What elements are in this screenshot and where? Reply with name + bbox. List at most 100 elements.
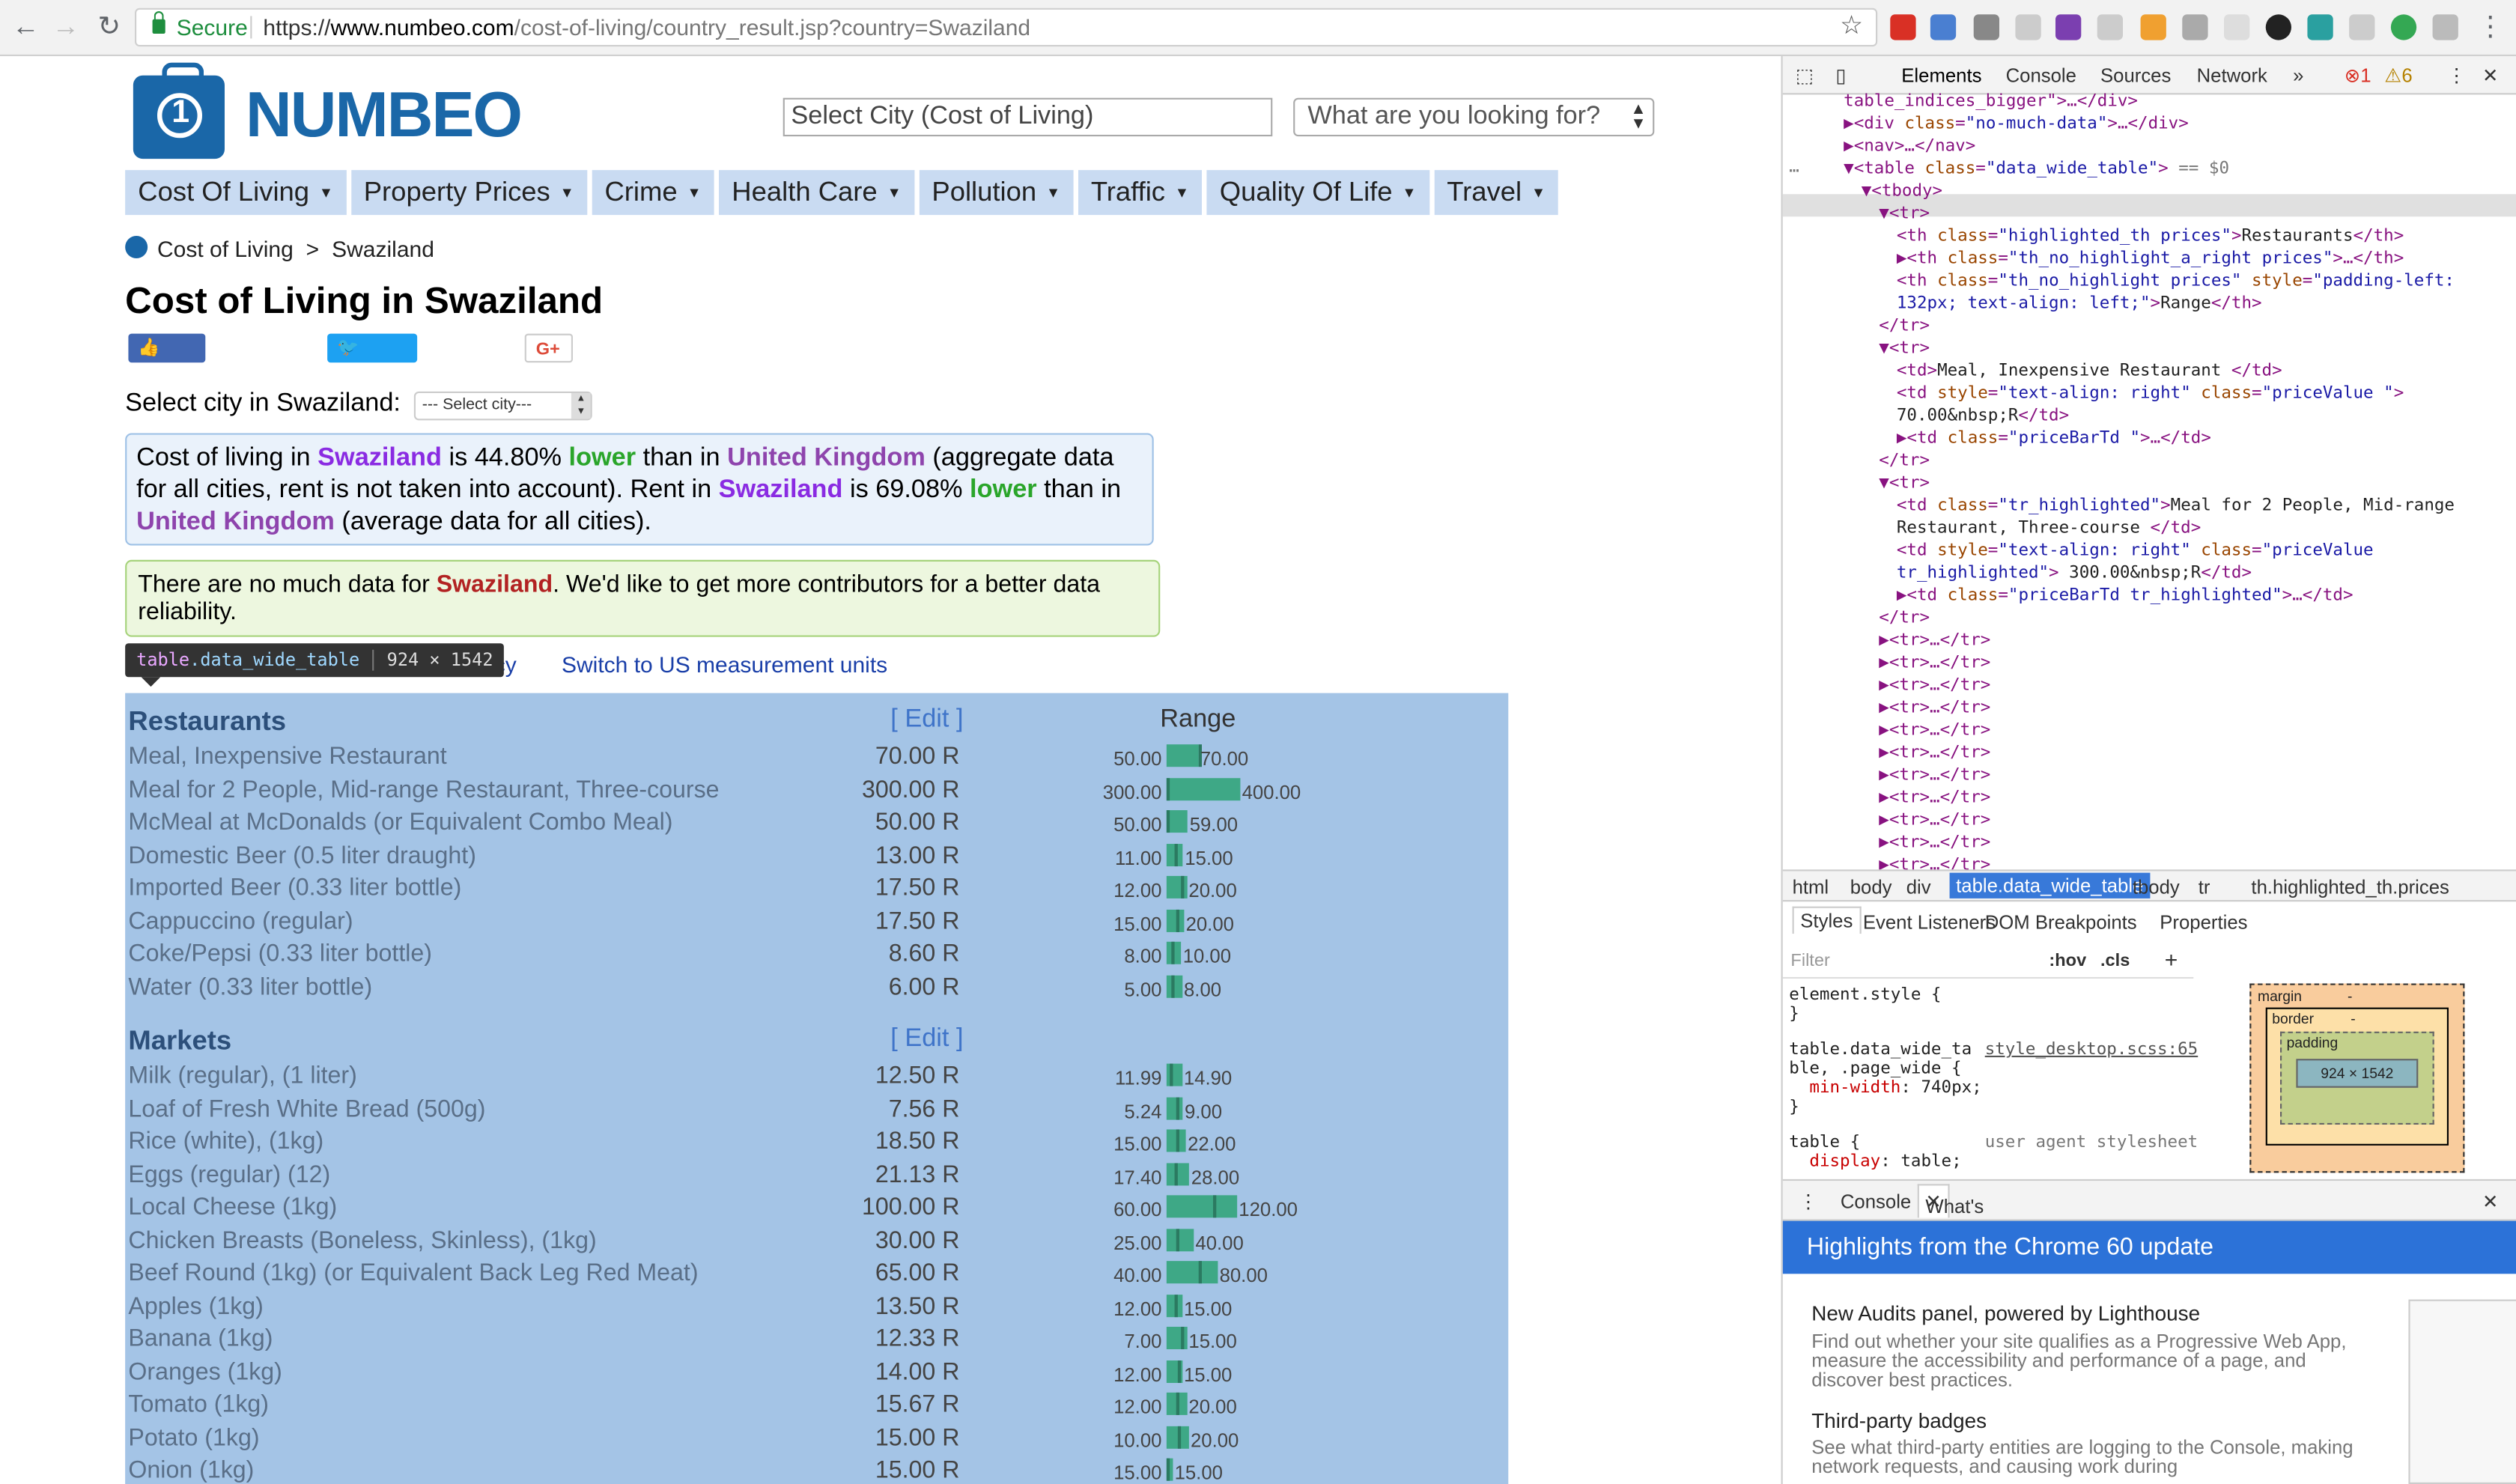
- dom-node-line[interactable]: ▼<tr>: [1879, 202, 1930, 225]
- tab-elements[interactable]: Elements: [1901, 64, 1981, 87]
- uk-link[interactable]: United Kingdom: [136, 508, 335, 535]
- dom-node-line[interactable]: <th class="th_no_highlight prices" style…: [1897, 270, 2455, 292]
- chrome-menu-icon[interactable]: ⋮: [2474, 11, 2506, 43]
- close-drawer-icon[interactable]: ✕: [2482, 1190, 2499, 1213]
- dom-node-line[interactable]: ▼<tr>: [1879, 337, 1930, 359]
- menu-item-crime[interactable]: Crime ▼: [592, 170, 714, 216]
- tab-event-listeners[interactable]: Event Listeners: [1863, 911, 1996, 934]
- css-source-link[interactable]: style_desktop.scss:65: [1985, 1039, 2198, 1059]
- dom-node-line[interactable]: tr_highlighted"> 300.00&nbsp;R</td>: [1897, 562, 2252, 584]
- tab-sources[interactable]: Sources: [2100, 64, 2171, 87]
- numbeo-logo[interactable]: NUMBEO: [133, 62, 550, 162]
- filter-input[interactable]: Filter: [1790, 952, 1829, 971]
- country-link[interactable]: Swaziland: [317, 445, 442, 472]
- dom-node-line[interactable]: 132px; text-align: left;">Range</th>: [1897, 292, 2262, 314]
- tab-network[interactable]: Network: [2197, 64, 2267, 87]
- extension-icon[interactable]: [2432, 14, 2458, 40]
- extension-icon[interactable]: [2390, 14, 2417, 40]
- menu-item-cost-of-living[interactable]: Cost Of Living ▼: [125, 170, 347, 216]
- close-devtools-icon[interactable]: ✕: [2482, 64, 2499, 87]
- add-rule-icon[interactable]: +: [2165, 946, 2178, 972]
- hov-toggle[interactable]: :hov: [2049, 952, 2086, 971]
- dom-node-line[interactable]: ▼<tbody>: [1862, 180, 1942, 202]
- dom-node-line[interactable]: ▼<tr>: [1879, 472, 1930, 494]
- news-title[interactable]: New Audits panel, powered by Lighthouse: [1811, 1301, 2200, 1325]
- dom-node-line[interactable]: ▶<tr>…</tr>: [1879, 651, 1990, 674]
- menu-item-travel[interactable]: Travel ▼: [1434, 170, 1559, 216]
- dom-breadcrumb-item[interactable]: div: [1906, 876, 1931, 898]
- forward-icon[interactable]: →: [49, 11, 82, 43]
- dom-node-line[interactable]: <td style="text-align: right" class="pri…: [1897, 382, 2404, 404]
- dom-breadcrumb-item[interactable]: tr: [2199, 876, 2210, 898]
- warning-count[interactable]: ⚠6: [2384, 64, 2412, 87]
- css-rule-table[interactable]: table { display: table;: [1789, 1133, 1961, 1171]
- reload-icon[interactable]: ↻: [93, 11, 125, 43]
- drawer-tab-whats-new[interactable]: What's New ✕: [1917, 1184, 1984, 1240]
- dom-breadcrumb-item[interactable]: tbody: [2133, 876, 2180, 898]
- extension-icon[interactable]: [2265, 14, 2291, 40]
- css-rule-data-wide-table[interactable]: table.data_wide_ta ble, .page_wide { min-…: [1789, 1039, 1981, 1116]
- tweet-button[interactable]: 🐦 Tweet: [327, 333, 418, 386]
- bookmark-star-icon[interactable]: ☆: [1840, 10, 1863, 45]
- menu-item-traffic[interactable]: Traffic ▼: [1078, 170, 1203, 216]
- address-bar[interactable]: Secure https://www.numbeo.com/cost-of-li…: [135, 7, 1878, 47]
- extension-icon[interactable]: [1890, 14, 1916, 40]
- more-tabs-button[interactable]: »: [2293, 64, 2303, 87]
- dom-node-line[interactable]: ▶<div class="no-much-data">…</div>: [1844, 112, 2189, 135]
- menu-item-quality-of-life[interactable]: Quality Of Life ▼: [1206, 170, 1429, 216]
- dom-node-line[interactable]: ▶<tr>…</tr>: [1879, 696, 1990, 719]
- menu-item-pollution[interactable]: Pollution ▼: [919, 170, 1074, 216]
- dom-node-line[interactable]: table_indices_bigger">…</div>: [1844, 90, 2138, 112]
- menu-item-health-care[interactable]: Health Care ▼: [719, 170, 914, 216]
- dom-node-line[interactable]: ▶<td class="priceBarTd tr_highlighted">……: [1897, 584, 2354, 606]
- dom-breadcrumb-item[interactable]: body: [1850, 876, 1892, 898]
- tab-properties[interactable]: Properties: [2160, 911, 2247, 934]
- dom-node-line[interactable]: </tr>: [1879, 314, 1930, 337]
- dom-node-line[interactable]: </tr>: [1879, 606, 1930, 629]
- node-actions-icon[interactable]: …: [1789, 156, 1799, 178]
- facebook-like-button[interactable]: 👍 Like: [128, 333, 206, 386]
- country-link[interactable]: Swaziland: [437, 571, 553, 598]
- dom-breadcrumb-item[interactable]: table.data_wide_table: [1949, 872, 2150, 898]
- dom-breadcrumb-item[interactable]: html: [1793, 876, 1829, 898]
- news-title[interactable]: Third-party badges: [1811, 1408, 1987, 1432]
- drawer-menu-icon[interactable]: ⋮: [1799, 1190, 1818, 1213]
- city-search-input[interactable]: Select City (Cost of Living): [783, 97, 1273, 137]
- dom-node-line[interactable]: </tr>: [1879, 449, 1930, 472]
- city-select[interactable]: --- Select city--- ▴ ▾: [414, 391, 592, 421]
- tab-console[interactable]: Console: [2006, 64, 2076, 87]
- menu-item-property-prices[interactable]: Property Prices ▼: [350, 170, 587, 216]
- home-icon[interactable]: [125, 235, 148, 258]
- extension-icon[interactable]: [2224, 14, 2250, 40]
- tab-styles[interactable]: Styles: [1792, 906, 1862, 934]
- css-element-style[interactable]: element.style {}: [1789, 985, 1941, 1024]
- cls-toggle[interactable]: .cls: [2100, 952, 2130, 971]
- extension-icon[interactable]: [2097, 14, 2123, 40]
- extension-icon[interactable]: [2307, 14, 2333, 40]
- dom-node-line[interactable]: ▶<th class="th_no_highlight_a_right pric…: [1897, 247, 2404, 270]
- gplus-button[interactable]: G+: [524, 333, 573, 363]
- dom-node-line[interactable]: ▶<tr>…</tr>: [1879, 786, 1990, 809]
- extension-icon[interactable]: [2055, 14, 2082, 40]
- tab-dom-breakpoints[interactable]: DOM Breakpoints: [1985, 911, 2137, 934]
- back-icon[interactable]: ←: [10, 11, 42, 43]
- extension-icon[interactable]: [2182, 14, 2208, 40]
- edit-link[interactable]: [ Edit ]: [890, 706, 963, 735]
- dom-node-line[interactable]: ▶<tr>…</tr>: [1879, 719, 1990, 741]
- dom-node-line[interactable]: ▶<tr>…</tr>: [1879, 831, 1990, 854]
- extension-icon[interactable]: [1973, 14, 1999, 40]
- site-search-select[interactable]: What are you looking for? ▲ ▼: [1293, 97, 1655, 137]
- extension-icon[interactable]: [2349, 14, 2375, 40]
- dom-node-line[interactable]: ▶<tr>…</tr>: [1879, 809, 1990, 831]
- breadcrumb-home[interactable]: Cost of Living: [157, 236, 294, 261]
- dom-node-line[interactable]: <td style="text-align: right" class="pri…: [1897, 539, 2374, 562]
- edit-link[interactable]: [ Edit ]: [890, 1025, 963, 1054]
- dom-node-line[interactable]: <th class="highlighted_th prices">Restau…: [1897, 225, 2404, 247]
- extension-icon[interactable]: [2015, 14, 2041, 40]
- dom-node-line[interactable]: ▶<nav>…</nav>: [1844, 135, 1975, 157]
- us-units-link[interactable]: Switch to US measurement units: [562, 651, 887, 677]
- country-link[interactable]: Swaziland: [719, 476, 843, 503]
- dom-node-line[interactable]: 70.00&nbsp;R</td>: [1897, 404, 2069, 427]
- uk-link[interactable]: United Kingdom: [727, 445, 926, 472]
- devtools-menu-icon[interactable]: ⋮: [2447, 64, 2467, 87]
